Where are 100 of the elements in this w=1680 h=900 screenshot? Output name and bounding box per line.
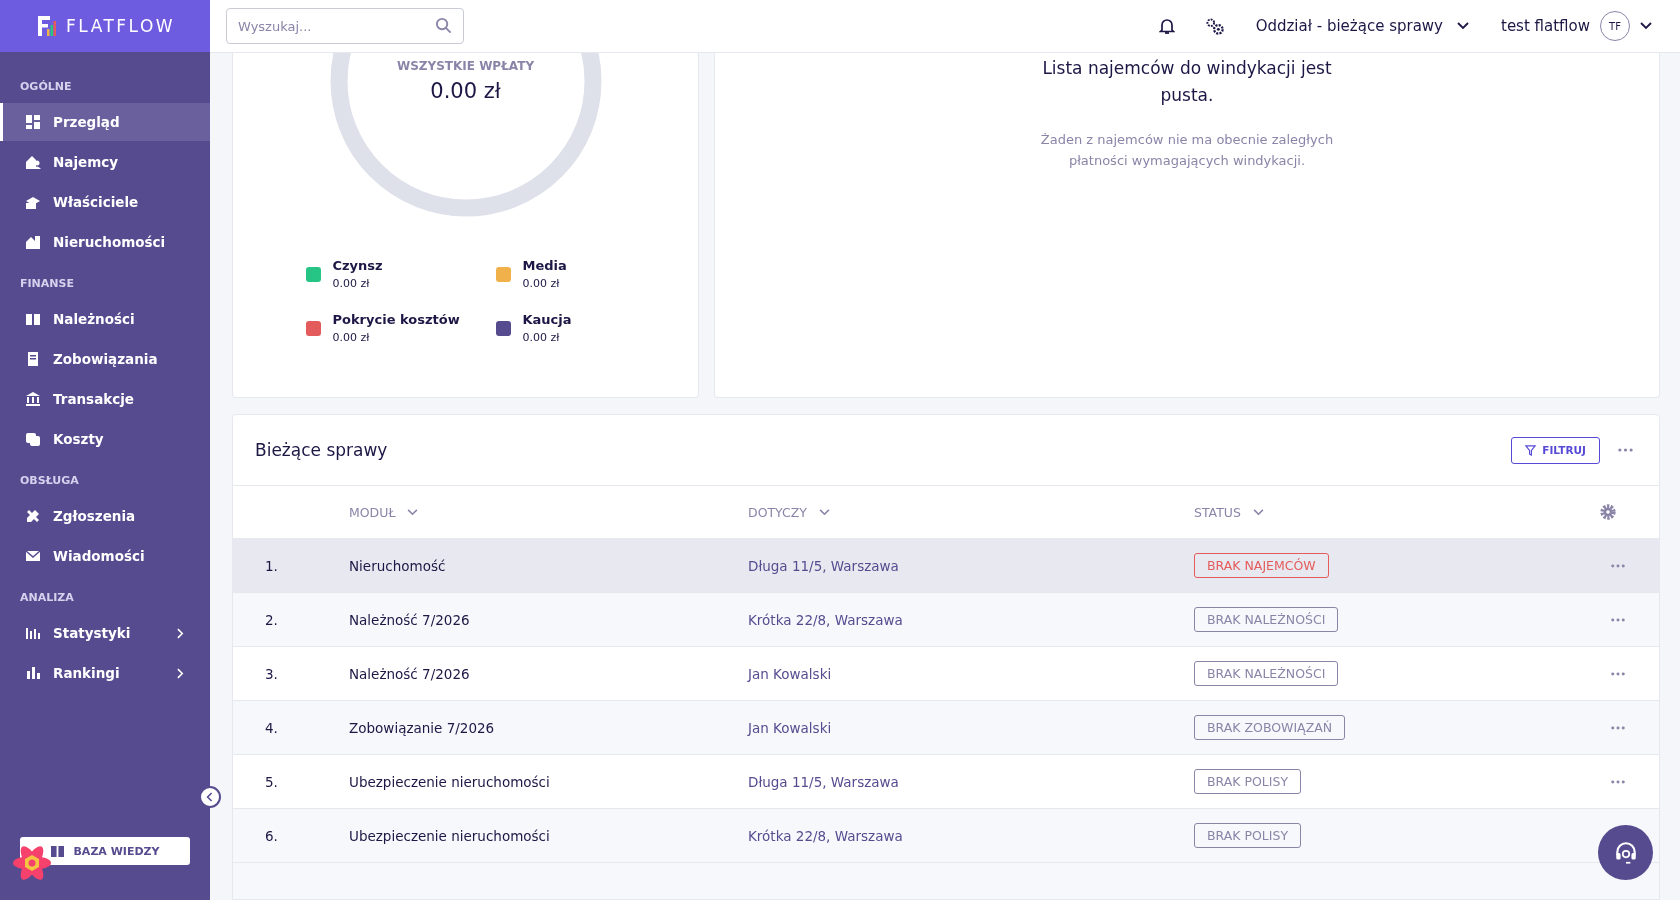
nav-item[interactable]: Właściciele bbox=[0, 183, 210, 221]
caret-icon bbox=[1457, 22, 1469, 30]
nav-section-title: OGÓLNE bbox=[19, 80, 73, 93]
nav-section-title: OBSŁUGA bbox=[19, 474, 80, 487]
column-header[interactable]: MODUŁ bbox=[349, 504, 748, 520]
bars-icon bbox=[25, 625, 41, 641]
table-cell-text: Długa 11/5, Warszawa bbox=[748, 773, 900, 790]
bell-icon[interactable] bbox=[1158, 17, 1175, 35]
table-cell-text: Należność 7/2026 bbox=[349, 665, 471, 682]
donut-total: 0.00 zł bbox=[429, 79, 502, 103]
nav-item[interactable]: Zgłoszenia bbox=[0, 497, 210, 535]
more-icon bbox=[1611, 779, 1625, 784]
table-row[interactable]: 2. Należność 7/2026 Krótka 22/8, Warszawa BRAK NALEŻNOŚCI bbox=[233, 593, 1659, 647]
bank-icon bbox=[25, 391, 41, 407]
knowledge-base-button[interactable]: BAZA WIEDZY bbox=[20, 837, 190, 865]
mail-icon bbox=[25, 548, 41, 564]
building-icon bbox=[25, 234, 41, 250]
book-icon bbox=[25, 311, 41, 327]
legend-amount: 0.00 zł bbox=[332, 277, 371, 290]
caret-icon bbox=[1252, 508, 1264, 516]
nav-item[interactable]: Przegląd bbox=[0, 103, 210, 141]
caret-icon bbox=[407, 508, 419, 516]
table-cell-text: Jan Kowalski bbox=[748, 719, 833, 736]
table-row[interactable]: 4. Zobowiązanie 7/2026 Jan Kowalski BRAK ZOBOWIĄZAŃ bbox=[233, 701, 1659, 755]
more-icon bbox=[1611, 671, 1625, 676]
nav-section-title: FINANSE bbox=[19, 277, 75, 290]
row-number: 6. bbox=[264, 827, 279, 844]
table-cell-text: Zobowiązanie 7/2026 bbox=[349, 719, 496, 736]
table-row[interactable]: 6. Ubezpieczenie nieruchomości Krótka 22/8, Warszawa BRAK POLISY bbox=[233, 809, 1659, 863]
more-icon bbox=[1611, 617, 1625, 622]
caret-icon bbox=[1640, 22, 1652, 30]
caret-icon bbox=[819, 508, 830, 516]
more-icon bbox=[1611, 563, 1625, 568]
nav-section-title: ANALIZA bbox=[19, 591, 75, 604]
legend-amount: 0.00 zł bbox=[332, 331, 371, 344]
branch-dropdown[interactable]: Oddział - bieżące sprawy bbox=[1255, 17, 1469, 35]
empty-state-title: Lista najemców do windykacji jest pusta. bbox=[1041, 57, 1333, 107]
nav-item[interactable]: Statystyki bbox=[0, 614, 210, 652]
donut-label: WSZYSTKIE WPŁATY bbox=[395, 59, 536, 73]
status-badge: BRAK POLISY bbox=[1194, 769, 1302, 794]
table-cell-text: Należność 7/2026 bbox=[349, 611, 471, 628]
table-cell-text: Krótka 22/8, Warszawa bbox=[748, 611, 904, 628]
table-cell-text: Długa 11/5, Warszawa bbox=[748, 557, 900, 574]
logo-icon bbox=[38, 16, 56, 36]
status-badge: BRAK ZOBOWIĄZAŃ bbox=[1194, 715, 1346, 740]
row-number: 1. bbox=[264, 557, 279, 574]
nav-item[interactable]: Nieruchomości bbox=[0, 223, 210, 261]
nav-item[interactable]: Wiadomości bbox=[0, 537, 210, 575]
nav-item[interactable]: Zobowiązania bbox=[0, 340, 210, 378]
nav-item[interactable]: Należności bbox=[0, 300, 210, 338]
table-cell-text: Ubezpieczenie nieruchomości bbox=[349, 827, 551, 844]
more-icon bbox=[1618, 448, 1633, 452]
search-field[interactable]: Wyszukaj... bbox=[226, 8, 464, 44]
nav-item[interactable]: Transakcje bbox=[0, 380, 210, 418]
legend-label: Media bbox=[522, 258, 567, 273]
nav-item[interactable]: Koszty bbox=[0, 420, 210, 458]
status-badge: BRAK NALEŻNOŚCI bbox=[1194, 661, 1339, 686]
legend-label: Pokrycie kosztów bbox=[332, 312, 460, 327]
status-badge: BRAK NALEŻNOŚCI bbox=[1194, 607, 1339, 632]
table-cell-text: Jan Kowalski bbox=[748, 665, 833, 682]
table-row[interactable]: 1. Nieruchomość Długa 11/5, Warszawa BRAK NAJEMCÓW bbox=[233, 539, 1659, 593]
column-header[interactable]: DOTYCZY bbox=[748, 504, 1194, 520]
bars2-icon bbox=[25, 665, 41, 681]
status-badge: BRAK NAJEMCÓW bbox=[1194, 553, 1329, 578]
chevron-left-icon bbox=[206, 792, 214, 802]
cards-icon bbox=[25, 431, 41, 447]
book-icon bbox=[50, 844, 66, 858]
filter-button[interactable]: FILTRUJ bbox=[1511, 436, 1600, 464]
nav-item[interactable]: Najemcy bbox=[0, 143, 210, 181]
stack-icon bbox=[25, 194, 41, 210]
more-icon bbox=[1611, 725, 1625, 730]
row-number: 5. bbox=[264, 773, 279, 790]
row-number: 4. bbox=[264, 719, 279, 736]
legend-label: Czynsz bbox=[332, 258, 383, 273]
chevron-right-icon bbox=[177, 627, 184, 639]
settings-icon[interactable] bbox=[1204, 16, 1226, 36]
row-number: 2. bbox=[264, 611, 279, 628]
table-cell-text: Nieruchomość bbox=[349, 557, 447, 574]
legend-amount: 0.00 zł bbox=[522, 277, 561, 290]
person-house-icon bbox=[25, 154, 41, 170]
table-cell-text: Ubezpieczenie nieruchomości bbox=[349, 773, 551, 790]
nav-item[interactable]: Rankingi bbox=[0, 654, 210, 692]
status-badge: BRAK POLISY bbox=[1194, 823, 1302, 848]
user-menu[interactable]: test flatflow TF bbox=[1501, 11, 1652, 41]
atom-icon bbox=[12, 843, 52, 883]
chevron-right-icon bbox=[177, 667, 184, 679]
legend-label: Kaucja bbox=[522, 312, 572, 327]
funnel-icon bbox=[1525, 444, 1537, 456]
legend-amount: 0.00 zł bbox=[522, 331, 561, 344]
doc-icon bbox=[25, 351, 41, 367]
column-header[interactable]: STATUS bbox=[1194, 504, 1599, 520]
table-cell-text: Krótka 22/8, Warszawa bbox=[748, 827, 904, 844]
collapse-button[interactable] bbox=[199, 786, 221, 808]
empty-state-message: Żaden z najemców nie ma obecnie zaległych płatności wymagających windykacji. bbox=[1039, 131, 1335, 170]
search-icon bbox=[435, 17, 452, 34]
card-title: Bieżące sprawy bbox=[255, 440, 388, 460]
grid-icon bbox=[25, 114, 41, 130]
brand-name: FLATFLOW bbox=[66, 16, 176, 36]
row-number: 3. bbox=[264, 665, 279, 682]
tools-icon bbox=[25, 508, 41, 524]
